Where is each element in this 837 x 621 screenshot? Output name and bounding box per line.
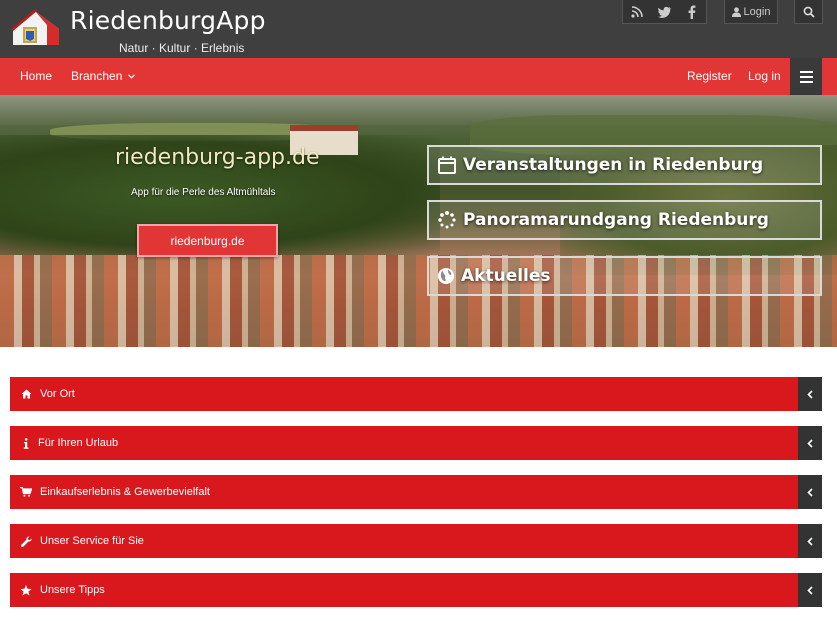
search-icon xyxy=(803,6,815,18)
nav-branchen-label: Branchen xyxy=(71,69,123,83)
hero-title: riedenburg-app.de xyxy=(115,145,320,170)
chevron-left-icon[interactable] xyxy=(798,426,822,460)
section-label: Unser Service für Sie xyxy=(40,535,144,547)
chevron-down-icon xyxy=(128,74,136,79)
hero-subtitle: App für die Perle des Altmühltals xyxy=(131,187,276,198)
chevron-left-icon[interactable] xyxy=(798,377,822,411)
globe-icon xyxy=(438,268,454,284)
nav-login[interactable]: Log in xyxy=(748,58,781,95)
spinner-icon xyxy=(438,211,456,229)
main-navbar: Home Branchen Register Log in xyxy=(0,58,837,95)
user-icon xyxy=(731,6,741,17)
news-link-label: Aktuelles xyxy=(461,266,551,286)
app-title[interactable]: RiedenburgApp xyxy=(70,6,266,35)
panorama-link-label: Panoramarundgang Riedenburg xyxy=(463,210,769,230)
events-link-label: Veranstaltungen in Riedenburg xyxy=(463,155,764,175)
social-links xyxy=(622,0,707,24)
rss-icon[interactable] xyxy=(623,0,651,23)
section-einkauf[interactable]: Einkaufserlebnis & Gewerbevielfalt xyxy=(10,475,822,509)
section-label: Für Ihren Urlaub xyxy=(38,437,119,449)
riedenburg-button[interactable]: riedenburg.de xyxy=(137,224,278,257)
cart-icon xyxy=(20,486,32,498)
facebook-icon[interactable] xyxy=(678,0,706,23)
events-link[interactable]: Veranstaltungen in Riedenburg xyxy=(427,145,822,185)
section-vor-ort[interactable]: Vor Ort xyxy=(10,377,822,411)
app-subtitle: Natur · Kultur · Erlebnis xyxy=(119,41,245,55)
login-button[interactable]: Login xyxy=(724,0,778,24)
home-icon xyxy=(20,388,32,400)
top-header: RiedenburgApp Natur · Kultur · Erlebnis … xyxy=(0,0,837,58)
info-icon xyxy=(20,437,32,449)
news-link[interactable]: Aktuelles xyxy=(427,256,822,296)
chevron-left-icon[interactable] xyxy=(798,573,822,607)
wrench-icon xyxy=(20,535,32,547)
hamburger-icon xyxy=(799,70,813,73)
twitter-icon[interactable] xyxy=(651,0,679,23)
section-urlaub[interactable]: Für Ihren Urlaub xyxy=(10,426,822,460)
nav-branchen[interactable]: Branchen xyxy=(71,58,136,95)
section-service[interactable]: Unser Service für Sie xyxy=(10,524,822,558)
menu-toggle-button[interactable] xyxy=(790,58,822,95)
star-icon xyxy=(20,584,32,596)
section-label: Vor Ort xyxy=(40,388,75,400)
panorama-link[interactable]: Panoramarundgang Riedenburg xyxy=(427,200,822,240)
nav-home[interactable]: Home xyxy=(20,58,52,95)
search-button[interactable] xyxy=(794,0,823,24)
section-tipps[interactable]: Unsere Tipps xyxy=(10,573,822,607)
hero-banner: riedenburg-app.de App für die Perle des … xyxy=(0,95,837,347)
chevron-left-icon[interactable] xyxy=(798,524,822,558)
login-label: Login xyxy=(743,5,771,18)
app-logo[interactable] xyxy=(9,7,61,47)
nav-register[interactable]: Register xyxy=(687,58,732,95)
section-label: Einkaufserlebnis & Gewerbevielfalt xyxy=(40,486,210,498)
calendar-icon xyxy=(438,156,456,174)
section-label: Unsere Tipps xyxy=(40,584,105,596)
chevron-left-icon[interactable] xyxy=(798,475,822,509)
